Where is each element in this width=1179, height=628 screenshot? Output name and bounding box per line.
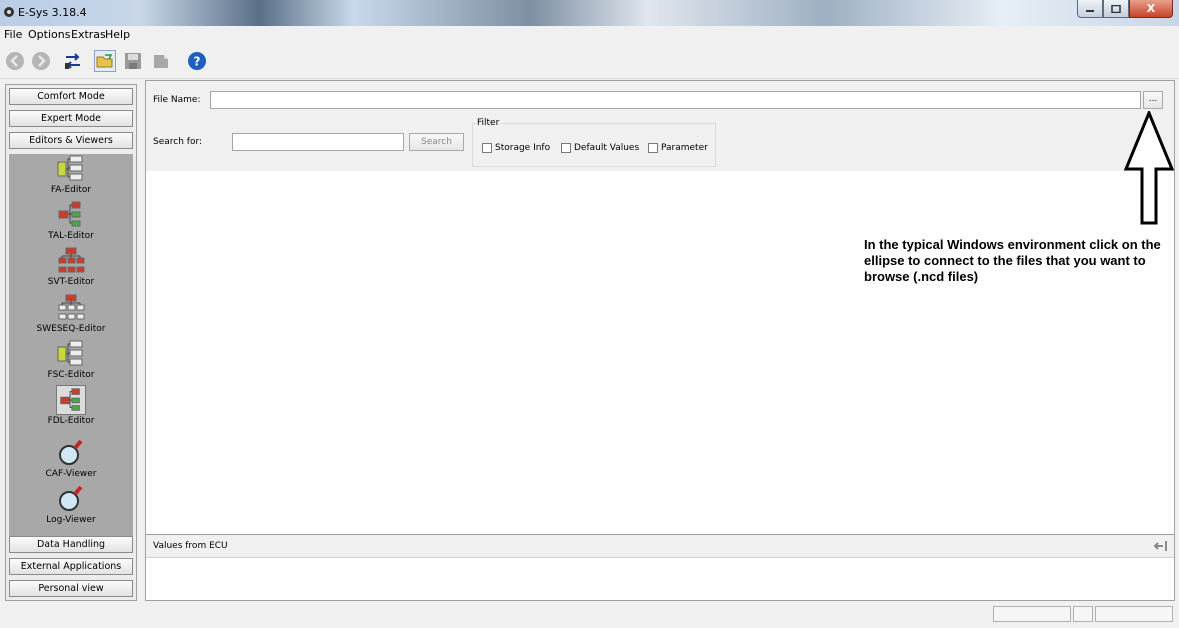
- fdl-editor[interactable]: FDL-Editor: [9, 385, 133, 426]
- default-values-label: Default Values: [574, 143, 640, 153]
- file-name-input[interactable]: [210, 91, 1141, 109]
- values-header: Values from ECU: [146, 535, 1174, 558]
- storage-info-box[interactable]: [482, 143, 492, 153]
- fdl-editor-label: FDL-Editor: [47, 416, 95, 426]
- file-name-label: File Name:: [153, 95, 201, 105]
- status-field-1: [993, 606, 1071, 622]
- tal-editor-label: TAL-Editor: [48, 231, 94, 241]
- search-button[interactable]: Search: [409, 133, 464, 151]
- back-icon: [6, 52, 24, 70]
- open-folder-icon: [96, 54, 113, 68]
- maximize-icon: [1111, 4, 1121, 13]
- personal-view-button[interactable]: Personal view: [9, 580, 133, 597]
- annotation-text: In the typical Windows environment click…: [864, 237, 1161, 284]
- log-viewer[interactable]: Log-Viewer: [9, 484, 133, 525]
- editors-viewers-button[interactable]: Editors & Viewers: [9, 132, 133, 149]
- save-button[interactable]: [122, 50, 144, 72]
- log-viewer-icon: [59, 485, 83, 511]
- caf-viewer-icon: [59, 439, 83, 465]
- fsc-editor-label: FSC-Editor: [47, 370, 95, 380]
- sidebar: Comfort Mode Expert Mode Editors & Viewe…: [5, 84, 137, 601]
- fdl-editor-icon: [56, 385, 86, 415]
- fsc-editor[interactable]: FSC-Editor: [9, 339, 133, 380]
- menu-extras[interactable]: Extras: [71, 28, 106, 41]
- expert-mode-button[interactable]: Expert Mode: [9, 110, 133, 127]
- back-button[interactable]: [4, 50, 26, 72]
- menu-file[interactable]: File: [4, 28, 22, 41]
- filter-label: Filter: [476, 118, 501, 128]
- values-from-ecu-panel: Values from ECU: [145, 534, 1175, 601]
- search-input[interactable]: [232, 133, 404, 151]
- svt-editor-label: SVT-Editor: [47, 277, 95, 287]
- main-panel: File Name: ... Search for: Search Filter…: [145, 80, 1175, 600]
- sweseq-editor-label: SWESEQ-Editor: [36, 324, 106, 334]
- external-applications-button[interactable]: External Applications: [9, 558, 133, 575]
- fa-editor-icon: [57, 155, 83, 181]
- data-handling-button[interactable]: Data Handling: [9, 536, 133, 553]
- svg-text:?: ?: [194, 55, 201, 69]
- title-bar: E-Sys 3.18.4 X: [0, 0, 1179, 26]
- close-button[interactable]: X: [1129, 0, 1173, 18]
- close-icon: X: [1146, 2, 1156, 15]
- fa-editor[interactable]: FA-Editor: [9, 154, 133, 195]
- fa-editor-label: FA-Editor: [50, 185, 92, 195]
- help-button[interactable]: ?: [186, 50, 208, 72]
- caf-viewer-label: CAF-Viewer: [45, 469, 97, 479]
- parameter-box[interactable]: [648, 143, 658, 153]
- values-title: Values from ECU: [153, 541, 228, 551]
- svt-editor-icon: [58, 247, 85, 273]
- maximize-button[interactable]: [1103, 0, 1129, 18]
- file-panel: File Name: ... Search for: Search Filter…: [146, 81, 1174, 171]
- menu-options[interactable]: Options: [28, 28, 70, 41]
- menu-help[interactable]: Help: [105, 28, 130, 41]
- log-viewer-label: Log-Viewer: [46, 515, 96, 525]
- save-as-button[interactable]: [150, 50, 172, 72]
- connect-button[interactable]: [62, 50, 84, 72]
- forward-icon: [32, 52, 50, 70]
- minimize-button[interactable]: [1077, 0, 1103, 18]
- storage-info-label: Storage Info: [495, 143, 551, 153]
- minimize-icon: [1086, 9, 1094, 12]
- fsc-editor-icon: [57, 340, 83, 366]
- parameter-checkbox[interactable]: Parameter: [648, 143, 708, 153]
- default-values-checkbox[interactable]: Default Values: [561, 143, 639, 153]
- search-label: Search for:: [153, 137, 203, 147]
- comfort-mode-button[interactable]: Comfort Mode: [9, 88, 133, 105]
- sweseq-editor-icon: [58, 294, 85, 320]
- app-icon: [4, 7, 14, 17]
- connection-arrows-icon: [65, 53, 80, 69]
- status-field-3: [1095, 606, 1173, 622]
- caf-viewer[interactable]: CAF-Viewer: [9, 438, 133, 479]
- window-title: E-Sys 3.18.4: [18, 6, 87, 19]
- tal-editor-icon: [58, 201, 81, 227]
- tal-editor[interactable]: TAL-Editor: [9, 200, 133, 241]
- parameter-label: Parameter: [661, 143, 708, 153]
- default-values-box[interactable]: [561, 143, 571, 153]
- sweseq-editor[interactable]: SWESEQ-Editor: [9, 293, 133, 334]
- status-bar: [0, 604, 1179, 628]
- save-as-icon: [154, 55, 168, 68]
- annotation-arrow-icon: [1124, 111, 1174, 225]
- browse-ellipsis-button[interactable]: ...: [1143, 91, 1163, 109]
- dock-panel-icon[interactable]: [1152, 539, 1168, 553]
- forward-button[interactable]: [30, 50, 52, 72]
- storage-info-checkbox[interactable]: Storage Info: [482, 143, 550, 153]
- svt-editor[interactable]: SVT-Editor: [9, 246, 133, 287]
- menu-bar: File Options Extras Help: [0, 26, 1179, 44]
- open-file-button[interactable]: [94, 50, 116, 72]
- status-field-2: [1073, 606, 1093, 622]
- save-icon: [125, 53, 141, 69]
- help-icon: ?: [188, 52, 206, 70]
- toolbar: ?: [0, 46, 1179, 79]
- editors-panel: FA-Editor TAL-Editor SVT-Editor SWESEQ-E…: [9, 154, 133, 540]
